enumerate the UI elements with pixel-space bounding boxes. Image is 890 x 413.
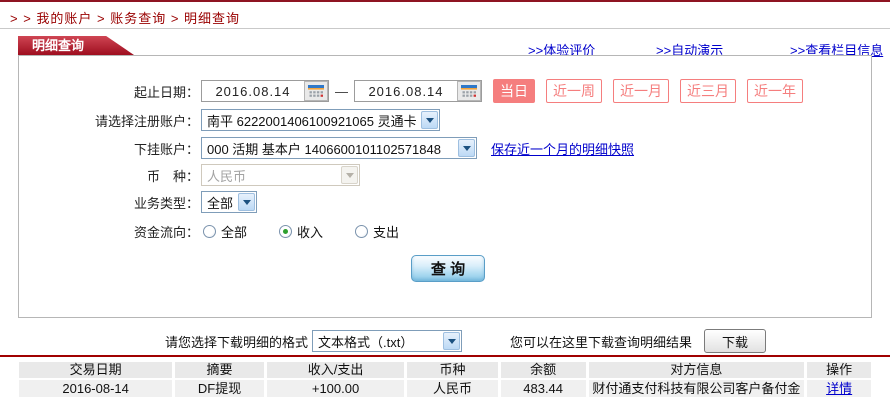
date-range-row: 起止日期： 2016.08.14 — 201 (19, 79, 803, 103)
chevron-down-icon (443, 332, 460, 350)
register-account-select[interactable]: 南平 6222001406100921065 灵通卡 (201, 109, 440, 131)
currency-label: 币 种： (19, 166, 199, 185)
radio-expense[interactable] (355, 225, 368, 238)
cell-date: 2016-08-14 (19, 380, 172, 397)
result-table: 交易日期 摘要 收入/支出 币种 余额 对方信息 操作 2016-08-14 D… (16, 360, 874, 399)
save-snapshot-link[interactable]: 保存近一个月的明细快照 (491, 139, 634, 158)
fund-flow-row: 资金流向： 全部 收入 支出 (19, 219, 399, 243)
range-button-last-year[interactable]: 近一年 (747, 79, 803, 103)
download-format-label: 请您选择下载明细的格式 (165, 332, 308, 351)
register-account-value: 南平 6222001406100921065 灵通卡 (202, 111, 420, 130)
table-header-row: 交易日期 摘要 收入/支出 币种 余额 对方信息 操作 (19, 362, 871, 378)
tab-label: 明细查询 (32, 38, 84, 53)
chevron-down-icon (421, 111, 438, 129)
biz-type-value: 全部 (202, 193, 237, 212)
register-account-label: 请选择注册账户： (19, 111, 199, 130)
table-row: 2016-08-14 DF提现 +100.00 人民币 483.44 财付通支付… (19, 380, 871, 397)
table-top-rule (0, 355, 890, 357)
fund-flow-label: 资金流向： (19, 222, 199, 241)
chevron-down-icon (341, 166, 358, 184)
date-from-value: 2016.08.14 (202, 84, 304, 99)
currency-select: 人民币 (201, 164, 360, 186)
breadcrumb-divider (0, 28, 890, 29)
radio-income-label: 收入 (297, 222, 323, 241)
radio-all-label: 全部 (221, 222, 247, 241)
download-row: 请您选择下载明细的格式 文本格式（.txt） 您可以在这里下载查询明细结果 下载 (0, 328, 890, 354)
detail-link[interactable]: 详情 (826, 381, 852, 396)
date-to-input[interactable]: 2016.08.14 (354, 80, 482, 102)
register-account-row: 请选择注册账户： 南平 6222001406100921065 灵通卡 (19, 108, 440, 132)
detail-query-page: > > 我的账户 > 账务查询 > 明细查询 明细查询 >>体验评价 >>自动演… (0, 0, 890, 413)
download-hint: 您可以在这里下载查询明细结果 (510, 332, 692, 351)
col-header-amount: 收入/支出 (267, 362, 404, 378)
sub-account-row: 下挂账户： 000 活期 基本户 1406600101102571848 保存近… (19, 136, 634, 160)
biz-type-row: 业务类型： 全部 (19, 190, 257, 214)
biz-type-select[interactable]: 全部 (201, 191, 257, 213)
biz-type-label: 业务类型： (19, 193, 199, 212)
radio-all[interactable] (203, 225, 216, 238)
download-format-value: 文本格式（.txt） (313, 332, 442, 351)
currency-value: 人民币 (202, 166, 340, 185)
date-from-input[interactable]: 2016.08.14 (201, 80, 329, 102)
calendar-icon[interactable] (457, 81, 481, 101)
range-button-last-week[interactable]: 近一周 (546, 79, 602, 103)
range-button-today[interactable]: 当日 (493, 79, 535, 103)
chevron-down-icon (458, 139, 475, 157)
date-to-value: 2016.08.14 (355, 84, 457, 99)
col-header-action: 操作 (807, 362, 871, 378)
date-separator: — (335, 84, 348, 99)
download-button[interactable]: 下载 (704, 329, 766, 353)
cell-counterparty: 财付通支付科技有限公司客户备付金 (589, 380, 805, 397)
cell-amount: +100.00 (267, 380, 404, 397)
range-button-last-month[interactable]: 近一月 (613, 79, 669, 103)
col-header-balance: 余额 (501, 362, 586, 378)
date-range-label: 起止日期： (19, 82, 199, 101)
col-header-summary: 摘要 (175, 362, 264, 378)
chevron-down-icon (238, 193, 255, 211)
currency-row: 币 种： 人民币 (19, 163, 360, 187)
radio-income[interactable] (279, 225, 292, 238)
cell-summary: DF提现 (175, 380, 264, 397)
calendar-glyph (308, 85, 324, 98)
query-button[interactable]: 查 询 (411, 255, 485, 282)
top-accent-line (0, 0, 890, 2)
download-format-select[interactable]: 文本格式（.txt） (312, 330, 462, 352)
col-header-date: 交易日期 (19, 362, 172, 378)
cell-balance: 483.44 (501, 380, 586, 397)
sub-account-label: 下挂账户： (19, 139, 199, 158)
tab-detail-query[interactable]: 明细查询 (18, 36, 134, 55)
cell-action: 详情 (807, 380, 871, 397)
sub-account-value: 000 活期 基本户 1406600101102571848 (202, 139, 457, 158)
range-button-last-3-months[interactable]: 近三月 (680, 79, 736, 103)
cell-currency: 人民币 (407, 380, 498, 397)
col-header-currency: 币种 (407, 362, 498, 378)
breadcrumb: > > 我的账户 > 账务查询 > 明细查询 (10, 8, 240, 27)
calendar-glyph (461, 85, 477, 98)
sub-account-select[interactable]: 000 活期 基本户 1406600101102571848 (201, 137, 477, 159)
col-header-counterparty: 对方信息 (589, 362, 805, 378)
calendar-icon[interactable] (304, 81, 328, 101)
query-form-panel: 起止日期： 2016.08.14 — 201 (18, 55, 872, 318)
radio-expense-label: 支出 (373, 222, 399, 241)
